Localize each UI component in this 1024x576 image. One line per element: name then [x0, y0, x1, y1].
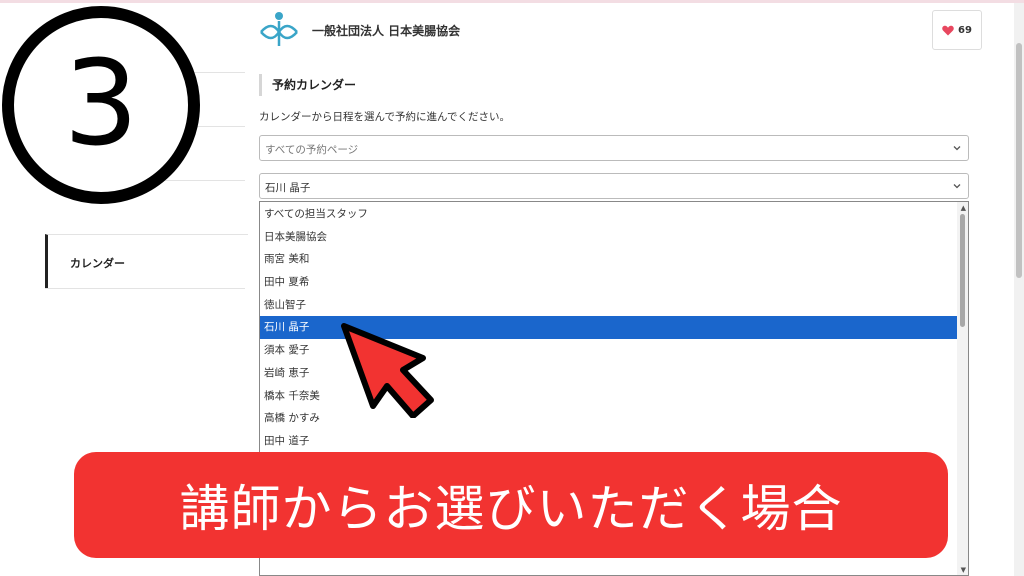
select-value: すべての予約ページ: [265, 144, 359, 156]
dropdown-option[interactable]: 田中 夏希: [260, 271, 958, 294]
sidebar-item-calendar[interactable]: カレンダー: [45, 234, 248, 289]
caption-banner: 講師からお選びいただく場合: [74, 452, 948, 558]
step-number-badge: 3: [2, 6, 200, 204]
sidebar-item-label: カレンダー: [70, 257, 125, 270]
org-name: 一般社団法人 日本美腸協会: [312, 24, 461, 38]
reservation-page-select[interactable]: すべての予約ページ: [259, 135, 969, 161]
caption-text: 講師からお選びいただく場合: [179, 480, 843, 538]
like-count: 69: [958, 24, 972, 36]
staff-select[interactable]: 石川 晶子: [259, 173, 969, 199]
org-logo-icon: [258, 10, 300, 50]
section-header: 予約カレンダー: [259, 74, 356, 96]
step-number: 3: [63, 34, 139, 172]
page-scrollbar[interactable]: [1014, 3, 1024, 576]
top-border: [0, 0, 1024, 3]
instruction-text: カレンダーから日程を選んで予約に進んでください。: [259, 111, 510, 123]
dropdown-scrollbar-thumb[interactable]: [960, 214, 965, 327]
dropdown-option[interactable]: すべての担当スタッフ: [260, 203, 958, 226]
like-button[interactable]: 69: [932, 10, 982, 50]
chevron-down-icon: [953, 146, 961, 151]
dropdown-option[interactable]: 田中 道子: [260, 430, 958, 453]
scroll-down-icon[interactable]: ▼: [961, 566, 966, 574]
dropdown-option[interactable]: 雨宮 美和: [260, 248, 958, 271]
chevron-down-icon: [953, 184, 961, 189]
dropdown-option[interactable]: 徳山智子: [260, 294, 958, 317]
section-title: 予約カレンダー: [272, 78, 357, 92]
dropdown-scrollbar[interactable]: ▲ ▼: [957, 202, 968, 575]
page-scrollbar-thumb[interactable]: [1016, 43, 1022, 278]
dropdown-option[interactable]: 日本美腸協会: [260, 226, 958, 249]
sidebar-divider: [45, 288, 245, 289]
heart-icon: [942, 25, 954, 35]
pointer-arrow-icon: [341, 323, 434, 418]
scroll-up-icon[interactable]: ▲: [961, 204, 966, 212]
select-value: 石川 晶子: [265, 182, 311, 194]
